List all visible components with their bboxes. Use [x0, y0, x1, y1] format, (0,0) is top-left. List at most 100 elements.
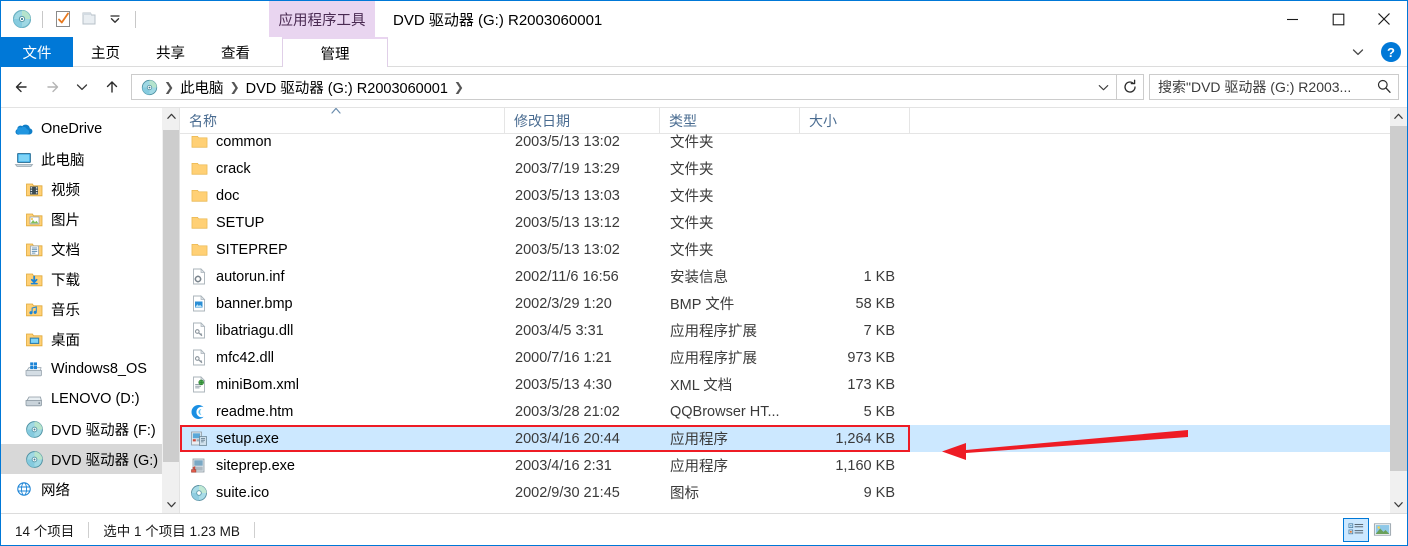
table-row[interactable]: autorun.inf 2002/11/6 16:56 安装信息 1 KB — [180, 263, 1407, 290]
file-name-label: common — [216, 133, 272, 150]
sidebar-item-music[interactable]: 音乐 — [1, 294, 179, 324]
search-box[interactable]: 搜索"DVD 驱动器 (G:) R2003... — [1149, 74, 1399, 100]
sidebar-item-label: 图片 — [51, 212, 80, 229]
table-row[interactable]: miniBom.xml 2003/5/13 4:30 XML 文档 173 KB — [180, 371, 1407, 398]
properties-icon[interactable] — [50, 6, 76, 32]
table-row[interactable]: siteprep.exe 2003/4/16 2:31 应用程序 1,160 K… — [180, 452, 1407, 479]
breadcrumb-separator-0[interactable]: ❯ — [163, 80, 175, 94]
file-name-label: siteprep.exe — [216, 457, 295, 474]
refresh-icon[interactable] — [1117, 75, 1143, 99]
table-row[interactable]: crack 2003/7/19 13:29 文件夹 — [180, 155, 1407, 182]
chevron-down-icon[interactable] — [1347, 41, 1369, 63]
help-icon[interactable]: ? — [1381, 42, 1401, 62]
sidebar-item-onedrive[interactable]: OneDrive — [1, 114, 179, 144]
minimize-button[interactable] — [1269, 1, 1315, 37]
table-row-selected[interactable]: setup.exe 2003/4/16 20:44 应用程序 1,264 KB — [180, 425, 1407, 452]
breadcrumb-item-this-pc[interactable]: 此电脑 — [175, 75, 229, 99]
breadcrumb-separator-1[interactable]: ❯ — [229, 80, 241, 94]
file-name-cell: SETUP — [180, 213, 505, 233]
window-controls — [1269, 1, 1407, 37]
music-folder-icon — [23, 298, 45, 320]
dll-file-icon — [189, 348, 209, 368]
file-scroll-thumb[interactable] — [1390, 126, 1407, 471]
dll-file-icon — [189, 321, 209, 341]
explorer-window: 应用程序工具 DVD 驱动器 (G:) R2003060001 文件 主页 共享… — [0, 0, 1408, 546]
selection-info-label: 选中 1 个项目 1.23 MB — [103, 523, 240, 539]
table-row[interactable]: suite.ico 2002/9/30 21:45 图标 9 KB — [180, 479, 1407, 506]
tab-manage[interactable]: 管理 — [282, 37, 388, 67]
address-bar: ❯ 此电脑 ❯ DVD 驱动器 (G:) R2003060001 ❯ 搜索"DV… — [1, 67, 1407, 107]
breadcrumb-separator-2[interactable]: ❯ — [453, 80, 465, 94]
sidebar-scrollbar[interactable] — [162, 108, 179, 513]
file-name-cell: common — [180, 132, 505, 152]
close-button[interactable] — [1361, 1, 1407, 37]
sidebar-item-dvd-drive-f[interactable]: DVD 驱动器 (F:) — [1, 414, 179, 444]
sidebar-scroll-up-icon[interactable] — [163, 108, 179, 125]
sidebar-scroll-down-icon[interactable] — [163, 496, 179, 513]
tab-view[interactable]: 查看 — [203, 37, 268, 67]
status-separator-2 — [253, 521, 255, 538]
table-row[interactable]: readme.htm 2003/3/28 21:02 QQBrowser HT.… — [180, 398, 1407, 425]
file-name-label: doc — [216, 187, 240, 204]
title-bar: 应用程序工具 DVD 驱动器 (G:) R2003060001 — [1, 1, 1407, 37]
search-icon[interactable] — [1376, 78, 1392, 97]
table-row[interactable]: SETUP 2003/5/13 13:12 文件夹 — [180, 209, 1407, 236]
tab-share[interactable]: 共享 — [138, 37, 203, 67]
sidebar-item-documents[interactable]: 文档 — [1, 234, 179, 264]
sidebar-item-windows8-os[interactable]: Windows8_OS — [1, 354, 179, 384]
file-scroll-down-icon[interactable] — [1390, 496, 1407, 513]
recent-locations-icon[interactable] — [67, 72, 97, 102]
file-name-label: setup.exe — [216, 430, 279, 447]
address-dropdown-icon[interactable] — [1090, 75, 1116, 99]
table-row[interactable]: mfc42.dll 2000/7/16 1:21 应用程序扩展 973 KB — [180, 344, 1407, 371]
table-row[interactable]: doc 2003/5/13 13:03 文件夹 — [180, 182, 1407, 209]
table-row[interactable]: banner.bmp 2002/3/29 1:20 BMP 文件 58 KB — [180, 290, 1407, 317]
file-name-cell: banner.bmp — [180, 294, 505, 314]
sidebar-item-this-pc[interactable]: 此电脑 — [1, 144, 179, 174]
file-scroll-up-icon[interactable] — [1390, 108, 1407, 125]
forward-arrow-icon[interactable] — [37, 72, 67, 102]
sidebar-item-label: 下载 — [51, 272, 80, 289]
new-folder-icon[interactable] — [76, 6, 102, 32]
network-icon — [13, 478, 35, 500]
file-date-cell: 2003/7/19 13:29 — [515, 160, 620, 177]
large-icons-view-button[interactable] — [1369, 518, 1395, 542]
breadcrumb-bar[interactable]: ❯ 此电脑 ❯ DVD 驱动器 (G:) R2003060001 ❯ — [131, 74, 1144, 100]
sidebar-item-pictures[interactable]: 图片 — [1, 204, 179, 234]
file-list-scrollbar[interactable] — [1390, 108, 1407, 513]
breadcrumb-drive-icon[interactable] — [136, 75, 163, 99]
table-row[interactable]: SITEPREP 2003/5/13 13:02 文件夹 — [180, 236, 1407, 263]
maximize-button[interactable] — [1315, 1, 1361, 37]
sidebar-item-desktop[interactable]: 桌面 — [1, 324, 179, 354]
sidebar-item-label: DVD 驱动器 (G:) — [51, 452, 159, 469]
sidebar-item-downloads[interactable]: 下载 — [1, 264, 179, 294]
customize-dropdown-icon[interactable] — [102, 6, 128, 32]
file-size-cell: 9 KB — [863, 484, 895, 501]
details-view-button[interactable] — [1343, 517, 1369, 542]
tab-file[interactable]: 文件 — [1, 37, 73, 67]
sidebar-item-videos[interactable]: 视频 — [1, 174, 179, 204]
dvd-drive-icon[interactable] — [9, 6, 35, 32]
file-name-cell: miniBom.xml — [180, 375, 505, 395]
back-arrow-icon[interactable] — [7, 72, 37, 102]
table-row[interactable]: common 2003/5/13 13:02 文件夹 — [180, 128, 1407, 155]
breadcrumb-item-dvd-drive[interactable]: DVD 驱动器 (G:) R2003060001 — [241, 75, 453, 99]
window-title: DVD 驱动器 (G:) R2003060001 — [393, 11, 603, 29]
file-date-cell: 2003/5/13 4:30 — [515, 376, 612, 393]
ico-file-icon — [189, 483, 209, 503]
file-name-cell: crack — [180, 159, 505, 179]
file-date-cell: 2002/9/30 21:45 — [515, 484, 620, 501]
siteprep-exe-icon — [189, 456, 209, 476]
file-size-cell: 173 KB — [847, 376, 895, 393]
bmp-file-icon — [189, 294, 209, 314]
table-row[interactable]: libatriagu.dll 2003/4/5 3:31 应用程序扩展 7 KB — [180, 317, 1407, 344]
file-name-label: mfc42.dll — [216, 349, 275, 366]
tab-home[interactable]: 主页 — [73, 37, 138, 67]
up-arrow-icon[interactable] — [97, 72, 127, 102]
sidebar-scroll-thumb[interactable] — [163, 130, 179, 462]
sidebar-item-dvd-drive-g[interactable]: DVD 驱动器 (G:) — [1, 444, 179, 474]
sidebar-item-network[interactable]: 网络 — [1, 474, 179, 504]
dvd-drive-icon — [23, 418, 45, 440]
search-input[interactable]: 搜索"DVD 驱动器 (G:) R2003... — [1158, 77, 1376, 97]
sidebar-item-lenovo-d[interactable]: LENOVO (D:) — [1, 384, 179, 414]
